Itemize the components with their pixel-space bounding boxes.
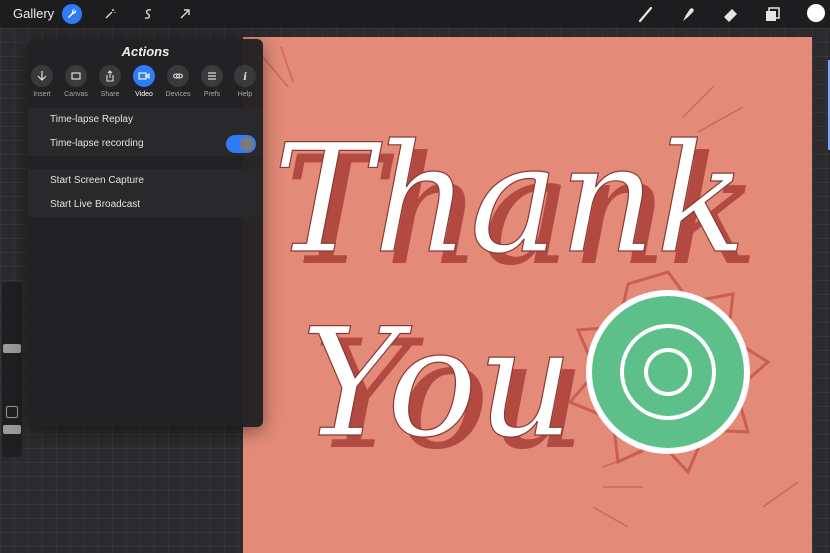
timelapse-recording-row: Time-lapse recording: [28, 132, 263, 156]
gallery-button[interactable]: Gallery: [13, 6, 54, 21]
info-icon: i: [234, 65, 256, 87]
smudge-icon[interactable]: [678, 4, 698, 24]
toggle-knob: [240, 137, 254, 151]
tab-canvas[interactable]: Canvas: [59, 65, 93, 98]
tab-help[interactable]: i Help: [228, 65, 262, 98]
tab-label: Prefs: [203, 91, 221, 98]
start-screen-capture-label: Start Screen Capture: [50, 175, 144, 186]
tab-prefs[interactable]: Prefs: [195, 65, 229, 98]
panel-title: Actions: [121, 44, 170, 59]
flower-illustration: [567, 270, 771, 475]
tab-label: Video: [135, 91, 153, 98]
thank-lettering: Thank: [273, 113, 747, 287]
devices-icon: [167, 65, 189, 87]
artwork-illustration: Thank You Thank You: [262, 46, 799, 528]
start-live-broadcast-row[interactable]: Start Live Broadcast: [28, 193, 263, 217]
wrench-icon[interactable]: [62, 4, 82, 24]
actions-tabs: Insert Canvas Share Video Devices Prefs …: [28, 65, 263, 105]
tab-label: Devices: [165, 91, 191, 98]
eraser-icon[interactable]: [721, 4, 741, 24]
svg-text:i: i: [243, 72, 247, 82]
magic-wand-icon[interactable]: [100, 4, 120, 24]
tab-video[interactable]: Video: [127, 65, 161, 98]
start-screen-capture-row[interactable]: Start Screen Capture: [28, 169, 263, 193]
top-toolbar: Gallery: [0, 0, 830, 28]
tab-label: Share: [100, 91, 120, 98]
opacity-slider[interactable]: [3, 425, 21, 434]
timelapse-replay-row[interactable]: Time-lapse Replay: [28, 108, 263, 132]
you-lettering: You: [301, 297, 574, 471]
tab-label: Insert: [33, 91, 51, 98]
artwork-canvas[interactable]: Thank You Thank You: [243, 37, 812, 553]
timelapse-recording-toggle[interactable]: [226, 135, 256, 153]
video-actions-list: Time-lapse Replay Time-lapse recording S…: [28, 108, 263, 217]
brush-size-slider[interactable]: [3, 344, 21, 354]
start-live-broadcast-label: Start Live Broadcast: [50, 199, 141, 210]
canvas-icon: [65, 65, 87, 87]
transform-arrow-icon[interactable]: [175, 4, 195, 24]
timelapse-replay-label: Time-lapse Replay: [50, 114, 133, 125]
actions-panel: Actions Insert Canvas Share Video Device…: [28, 39, 263, 427]
share-icon: [99, 65, 121, 87]
video-camera-icon: [133, 65, 155, 87]
tab-share[interactable]: Share: [93, 65, 127, 98]
tab-label: Canvas: [64, 91, 88, 98]
tab-devices[interactable]: Devices: [161, 65, 195, 98]
tab-insert[interactable]: Insert: [25, 65, 59, 98]
left-sidebar: [2, 282, 22, 457]
timelapse-recording-label: Time-lapse recording: [50, 138, 144, 149]
download-arrow-icon: [31, 65, 53, 87]
brush-icon[interactable]: [636, 4, 656, 24]
selection-icon[interactable]: [138, 4, 158, 24]
layers-icon[interactable]: [763, 4, 783, 24]
tab-label: Help: [237, 91, 253, 98]
color-picker-button[interactable]: [807, 4, 825, 22]
modify-button[interactable]: [6, 406, 18, 418]
prefs-icon: [201, 65, 223, 87]
